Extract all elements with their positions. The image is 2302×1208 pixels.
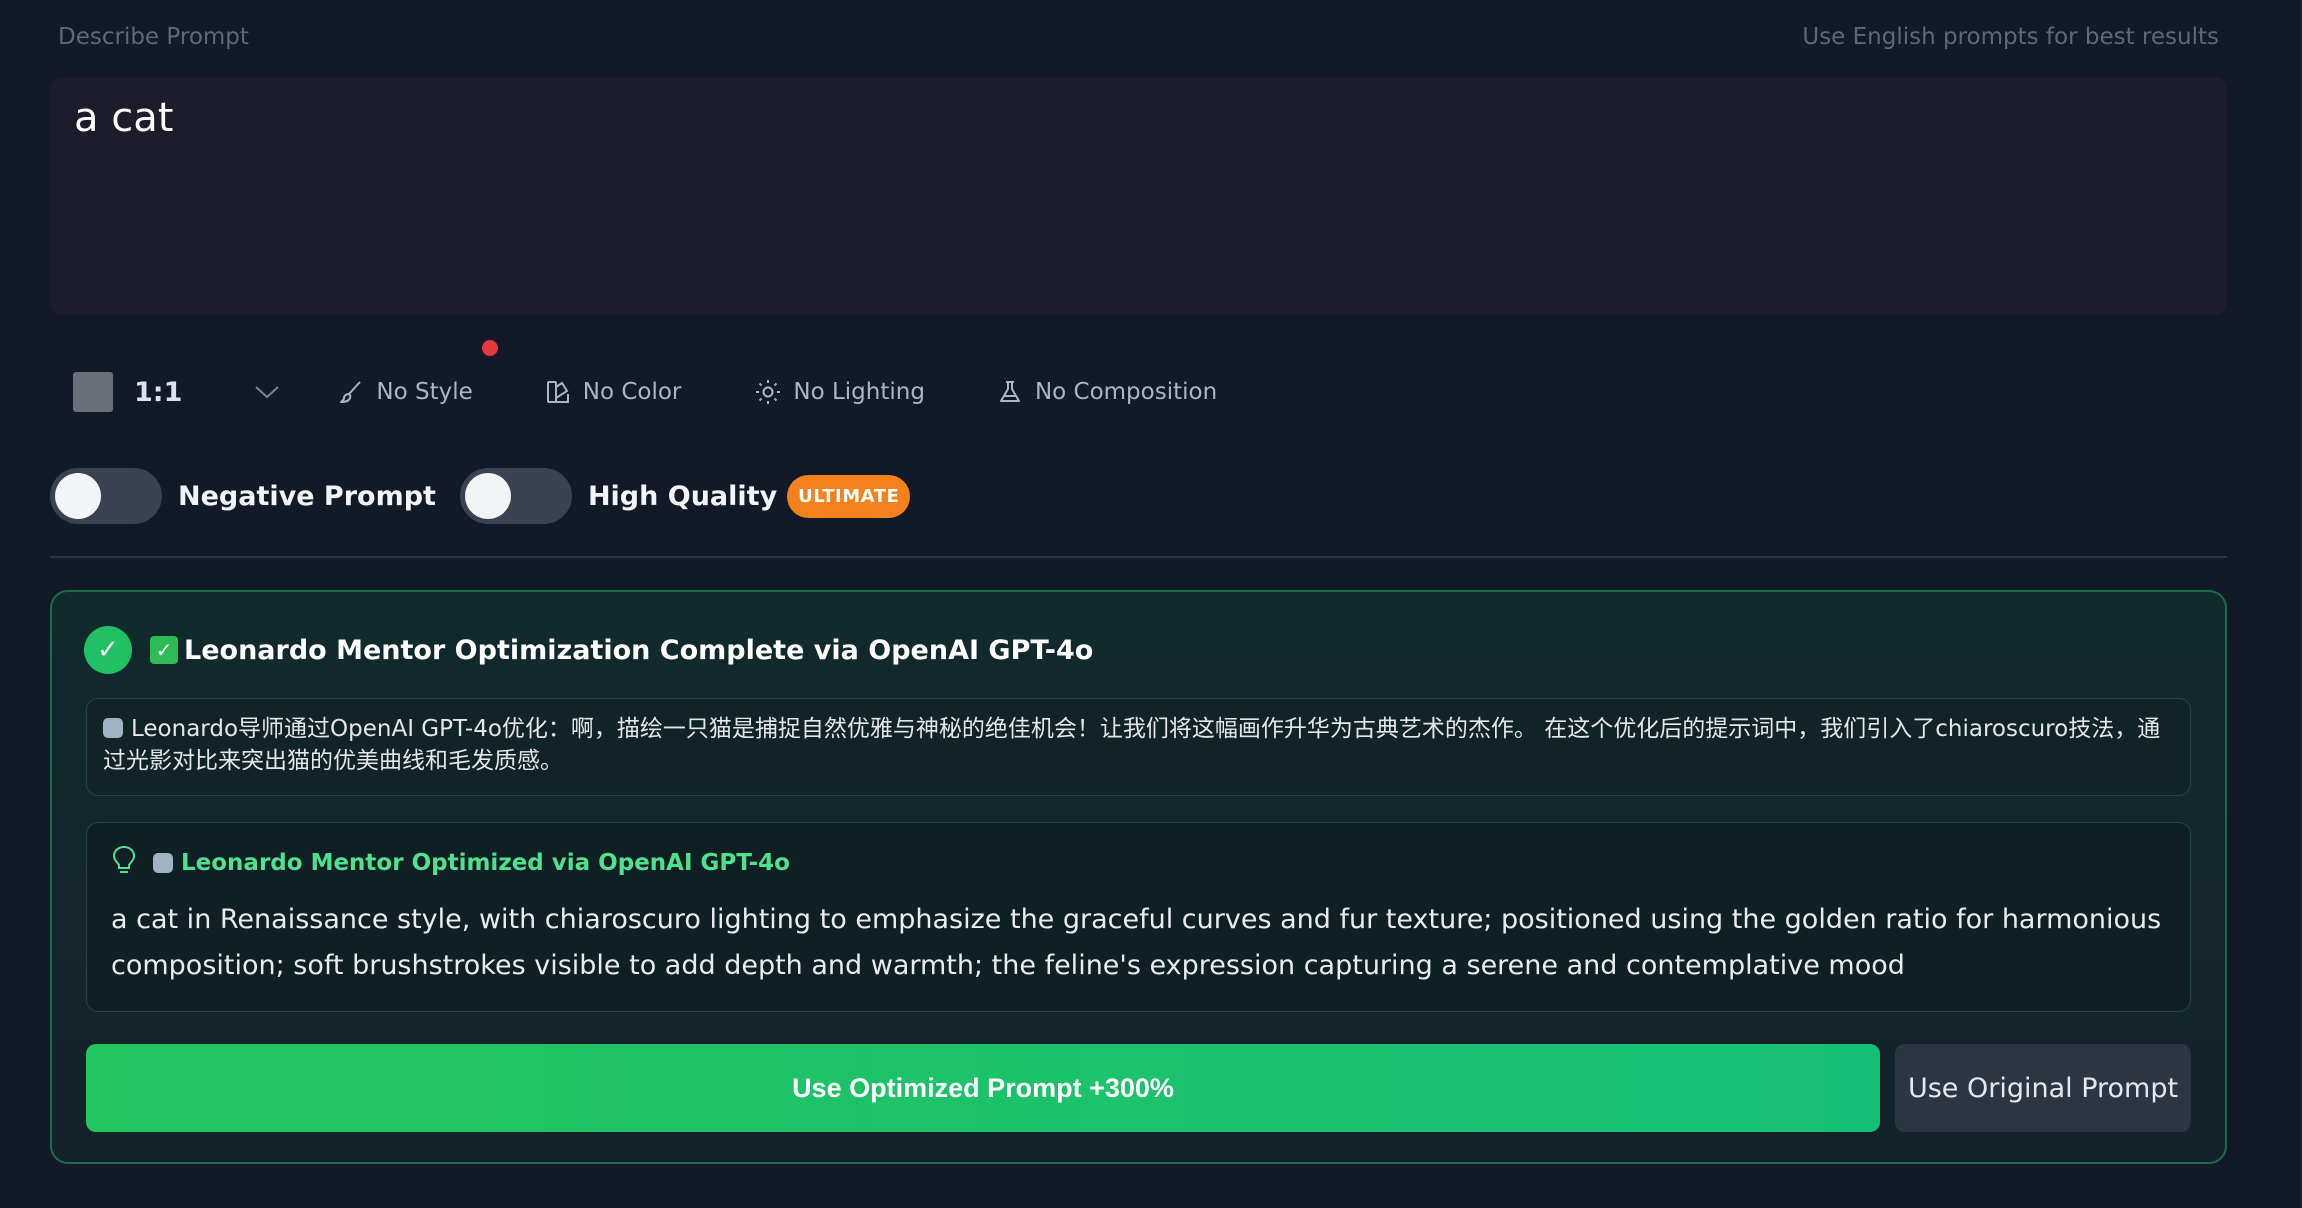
optimization-result-card: ✓ ✓ Leonardo Mentor Optimization Complet… bbox=[50, 590, 2227, 1164]
composition-label: No Composition bbox=[1034, 379, 1218, 405]
sun-icon bbox=[755, 379, 781, 405]
result-header: ✓ ✓ Leonardo Mentor Optimization Complet… bbox=[84, 626, 1093, 674]
toggles-row: Negative Prompt High Quality ULTIMATE bbox=[50, 466, 911, 526]
color-label: No Color bbox=[582, 379, 682, 405]
lighting-label: No Lighting bbox=[793, 379, 925, 405]
optimized-header-text: Leonardo Mentor Optimized via OpenAI GPT… bbox=[181, 850, 790, 876]
robot-icon bbox=[103, 718, 123, 738]
negative-prompt-toggle[interactable] bbox=[50, 468, 162, 524]
toggle-knob bbox=[55, 473, 101, 519]
check-circle-icon: ✓ bbox=[84, 626, 132, 674]
chevron-down-icon[interactable] bbox=[252, 377, 282, 407]
lightbulb-icon bbox=[111, 845, 137, 881]
mentor-explanation: Leonardo导师通过OpenAI GPT-4o优化：啊，描绘一只猫是捕捉自然… bbox=[86, 698, 2191, 796]
use-optimized-prompt-button[interactable]: Use Optimized Prompt +300% bbox=[86, 1044, 1880, 1132]
prompt-panel: Describe Prompt Use English prompts for … bbox=[0, 0, 2302, 1208]
color-selector[interactable]: No Color bbox=[545, 379, 682, 405]
check-mark-emoji-icon: ✓ bbox=[150, 636, 178, 664]
divider bbox=[50, 556, 2227, 558]
ultimate-badge: ULTIMATE bbox=[787, 474, 911, 518]
prompt-text[interactable]: a cat bbox=[74, 93, 2203, 143]
style-label: No Style bbox=[376, 379, 473, 405]
style-selector[interactable]: No Style bbox=[338, 379, 473, 405]
describe-prompt-label: Describe Prompt bbox=[58, 24, 249, 50]
explanation-text: Leonardo导师通过OpenAI GPT-4o优化：啊，描绘一只猫是捕捉自然… bbox=[103, 716, 2161, 774]
result-title: Leonardo Mentor Optimization Complete vi… bbox=[184, 634, 1094, 666]
lighting-selector[interactable]: No Lighting bbox=[755, 379, 925, 405]
optimized-prompt-box: Leonardo Mentor Optimized via OpenAI GPT… bbox=[86, 822, 2191, 1012]
prompt-textarea[interactable]: a cat bbox=[50, 77, 2227, 315]
toggle-knob bbox=[464, 473, 511, 519]
english-hint: Use English prompts for best results bbox=[1802, 24, 2219, 50]
optimized-prompt-text: a cat in Renaissance style, with chiaros… bbox=[111, 904, 2162, 981]
composition-selector[interactable]: No Composition bbox=[997, 379, 1217, 405]
flask-icon bbox=[997, 379, 1023, 405]
high-quality-label: High Quality bbox=[587, 480, 778, 512]
aspect-ratio-value[interactable]: 1:1 bbox=[134, 377, 182, 408]
palette-icon bbox=[545, 379, 571, 405]
robot-icon bbox=[153, 853, 173, 873]
aspect-ratio-swatch[interactable] bbox=[73, 372, 113, 412]
notification-dot bbox=[482, 340, 498, 356]
high-quality-toggle[interactable] bbox=[459, 468, 572, 524]
negative-prompt-label: Negative Prompt bbox=[178, 480, 436, 512]
prompt-options-bar: 1:1 No Style No Color No Lighting No Com… bbox=[73, 366, 1217, 418]
use-original-prompt-button[interactable]: Use Original Prompt bbox=[1895, 1044, 2191, 1132]
optimized-prompt-header: Leonardo Mentor Optimized via OpenAI GPT… bbox=[111, 845, 2166, 881]
prompt-header: Describe Prompt Use English prompts for … bbox=[58, 22, 2219, 52]
brush-icon bbox=[338, 379, 364, 405]
